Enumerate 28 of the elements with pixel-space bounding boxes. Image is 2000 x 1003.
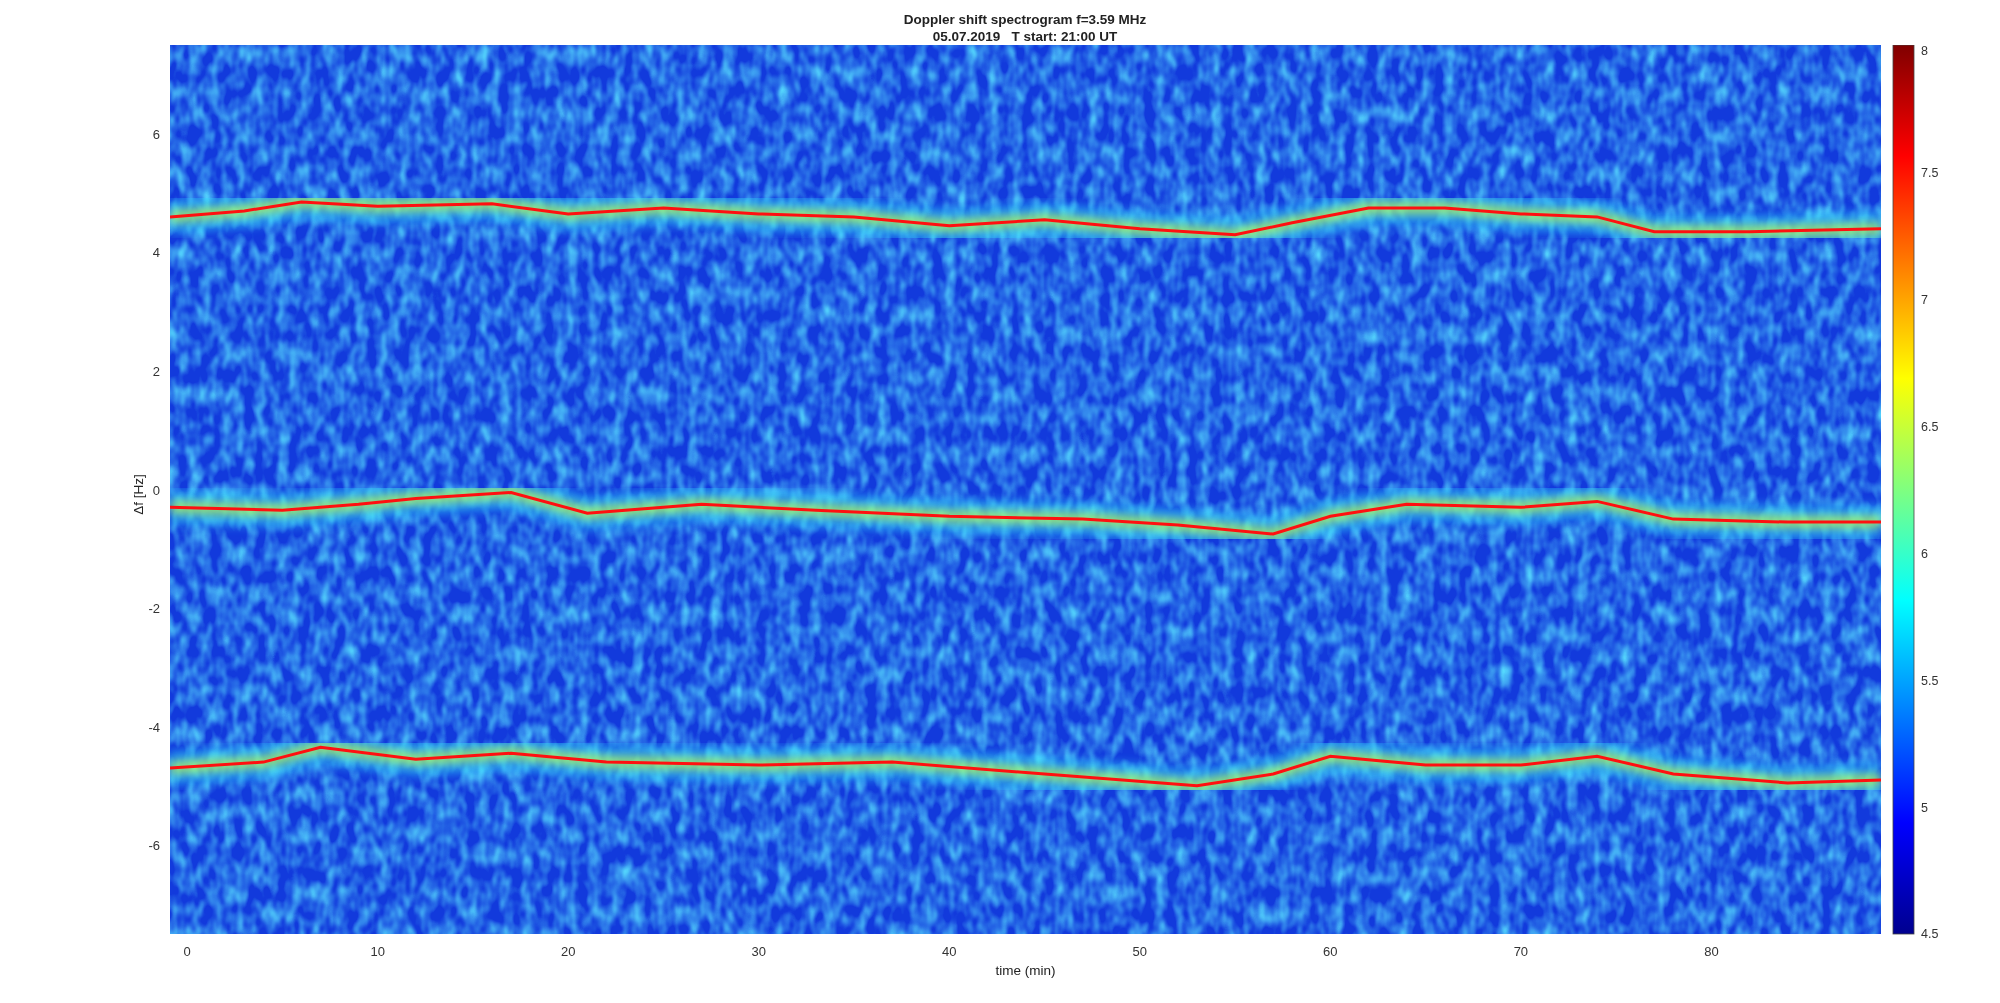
chart-title: 05.07.2019 T start: 21:00 UT [932, 28, 1118, 45]
y-tick-label: 2 [152, 363, 160, 379]
colorbar-tick-label: 6 [1921, 547, 1928, 561]
colorbar-tick-label: 8 [1921, 45, 1928, 58]
x-tick-label: 80 [1704, 944, 1719, 959]
colorbar-tick-label: 5.5 [1921, 674, 1939, 688]
x-tick-label: 50 [1132, 944, 1148, 959]
colorbar-tick-label: 7.5 [1921, 166, 1939, 180]
x-tick-label: 10 [370, 944, 385, 959]
y-tick-label: -2 [148, 601, 160, 617]
y-tick-label: 6 [152, 126, 160, 142]
y-tick-label: 4 [152, 245, 160, 261]
x-tick-label: 0 [183, 944, 191, 959]
x-tick-label: 40 [942, 944, 957, 959]
y-tick-label: -6 [148, 838, 160, 854]
y-tick-label: 0 [152, 482, 160, 498]
chart-title: Doppler shift spectrogram f=3.59 MHz [903, 11, 1147, 28]
y-axis-label: Δf [Hz] [131, 474, 146, 515]
x-tick-label: 70 [1513, 944, 1529, 959]
y-tick-label: -4 [148, 719, 160, 735]
colorbar-tick-label: 6.5 [1921, 420, 1939, 434]
colorbar-tick-label: 7 [1921, 293, 1928, 307]
x-axis-label: time (min) [995, 963, 1056, 978]
x-tick-label: 20 [561, 944, 576, 959]
colorbar-tick-label: 4.5 [1921, 927, 1939, 941]
x-tick-label: 60 [1323, 944, 1338, 959]
x-tick-label: 30 [751, 944, 766, 959]
colorbar-tick-label: 5 [1921, 801, 1928, 815]
